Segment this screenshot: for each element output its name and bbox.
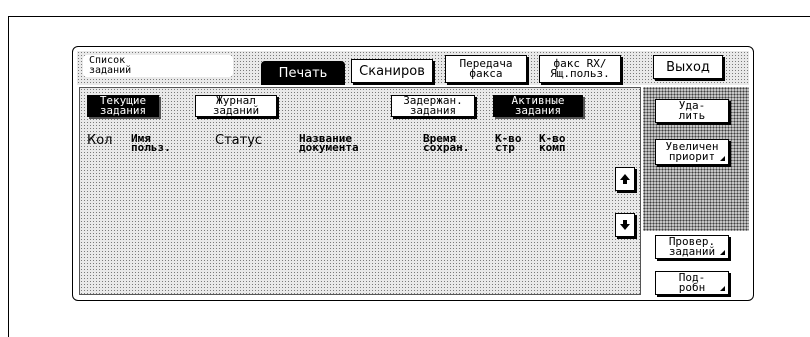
tab-scan[interactable]: Сканиров: [351, 59, 433, 83]
tab-print[interactable]: Печать: [261, 61, 345, 85]
column-header-copies: К-во комп: [539, 132, 566, 154]
column-header-pages: К-во стр: [495, 132, 522, 154]
job-list-panel: [79, 87, 641, 295]
tab-fax-transmission[interactable]: Передача факса: [445, 55, 527, 83]
jobs-list-label: Список заданий: [83, 55, 233, 77]
job-log-button[interactable]: Журнал заданий: [195, 95, 277, 117]
scroll-down-button[interactable]: [615, 213, 635, 237]
held-jobs-button[interactable]: Задержан. задания: [391, 95, 475, 117]
arrow-up-icon: [619, 173, 631, 185]
check-jobs-button[interactable]: Провер. заданий: [655, 235, 729, 259]
column-header-count: Кол: [87, 133, 113, 148]
column-header-stored-time: Время сохран.: [423, 132, 470, 154]
control-panel-screen: Список заданий Печать Сканиров Передача …: [72, 46, 754, 301]
tab-fax-rx-user-box[interactable]: факс RX/ Ящ.польз.: [539, 55, 621, 83]
delete-button[interactable]: Уда- лить: [655, 99, 729, 123]
column-header-document-name: Название документа: [299, 132, 359, 154]
increase-priority-button[interactable]: Увеличен приорит: [655, 139, 729, 165]
exit-button[interactable]: Выход: [653, 55, 723, 79]
current-jobs-button[interactable]: Текущие задания: [87, 95, 159, 117]
column-header-user-name: Имя польз.: [131, 132, 171, 154]
active-jobs-button[interactable]: Активные задания: [493, 95, 583, 117]
scroll-up-button[interactable]: [615, 167, 635, 191]
column-header-status: Статус: [215, 133, 263, 148]
details-button[interactable]: Под- робн: [655, 271, 729, 295]
arrow-down-icon: [619, 219, 631, 231]
